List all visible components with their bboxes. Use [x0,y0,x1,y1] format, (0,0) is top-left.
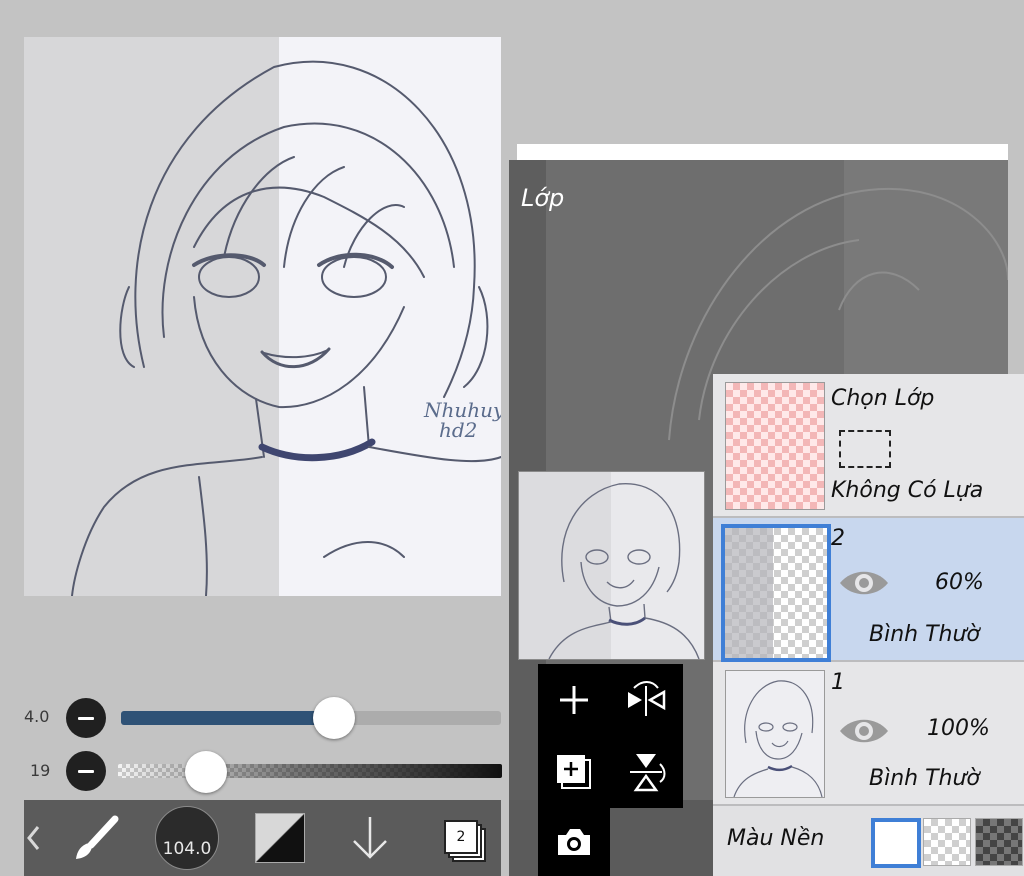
layer-blend-mode[interactable]: Bình Thườ [869,766,980,791]
layer-number: 1 [831,670,845,695]
camera-import-button[interactable] [538,808,610,876]
selection-layer-name: Chọn Lớp [831,386,935,411]
preview-sketch [548,483,700,659]
back-chevron-icon[interactable] [24,800,42,876]
color-picker-button[interactable] [252,800,308,876]
background-color-label: Màu Nền [727,826,825,851]
layer-thumbnail [721,524,831,662]
layer-panel-title: Lớp [521,184,565,212]
add-special-layer-button[interactable] [538,736,610,808]
brush-tool-button[interactable] [66,800,126,876]
layer-opacity[interactable]: 60% [935,570,984,595]
layer-row[interactable]: 2 60% Bình Thườ [713,518,1024,662]
brush-size-button[interactable]: 104.0 [152,800,222,876]
color-swatch [255,813,305,863]
flip-vertical-button[interactable] [610,736,682,808]
brush-size-value: 4.0 [24,707,50,726]
panel-top-bar [517,144,1008,160]
drawing-canvas[interactable]: Nhuhuy hd2 [24,37,501,596]
layer-tools-panel [538,664,683,808]
signature-line2: hd2 [439,418,477,442]
plus-icon [560,686,588,714]
brush-size-slider-fill [121,711,334,725]
canvas-preview-thumbnail[interactable] [518,471,705,660]
visibility-eye-icon[interactable] [838,714,890,752]
brush-size-decrease-button[interactable] [66,698,106,738]
bottom-toolbar: 104.0 2 [24,800,501,876]
selection-status: Không Có Lựa [831,478,984,503]
layers-list: Chọn Lớp Không Có Lựa 2 60% Bình Thườ 1 … [713,374,1024,876]
layer-count-label: 2 [456,829,466,845]
selection-layer-row[interactable]: Chọn Lớp Không Có Lựa [713,374,1024,518]
brush-size-label: 104.0 [162,839,212,859]
brush-size-slider[interactable] [121,711,501,725]
flip-horizontal-icon [628,681,666,716]
layer-row[interactable]: 1 100% Bình Thườ [713,662,1024,806]
layer-thumbnail-sketch [733,680,823,797]
add-layer-button[interactable] [538,664,610,736]
move-down-button[interactable] [342,800,398,876]
layer-opacity[interactable]: 100% [927,716,990,741]
background-dark-swatch[interactable] [975,818,1023,866]
selection-layer-thumbnail [725,382,825,510]
opacity-slider-knob[interactable] [185,751,227,793]
opacity-decrease-button[interactable] [66,751,106,791]
layer-thumbnail [725,670,825,798]
flip-horizontal-button[interactable] [610,664,682,736]
brush-icon [76,815,119,859]
background-white-swatch[interactable] [871,818,921,868]
opacity-slider[interactable] [118,764,502,778]
opacity-value: 19 [30,761,51,780]
background-transparent-swatch[interactable] [923,818,971,866]
layer-number: 2 [831,526,845,551]
camera-icon [558,829,590,855]
arrow-down-icon [353,817,387,859]
layer-tools-panel-lower [538,808,610,876]
visibility-eye-icon[interactable] [838,566,890,604]
brush-size-slider-knob[interactable] [313,697,355,739]
add-layer-stack-icon [557,755,591,789]
flip-vertical-icon [630,754,666,792]
sketch-drawing: Nhuhuy hd2 [71,60,501,596]
layer-blend-mode[interactable]: Bình Thườ [869,622,980,647]
layers-button[interactable]: 2 [434,800,490,876]
selection-marquee-icon [839,430,891,468]
